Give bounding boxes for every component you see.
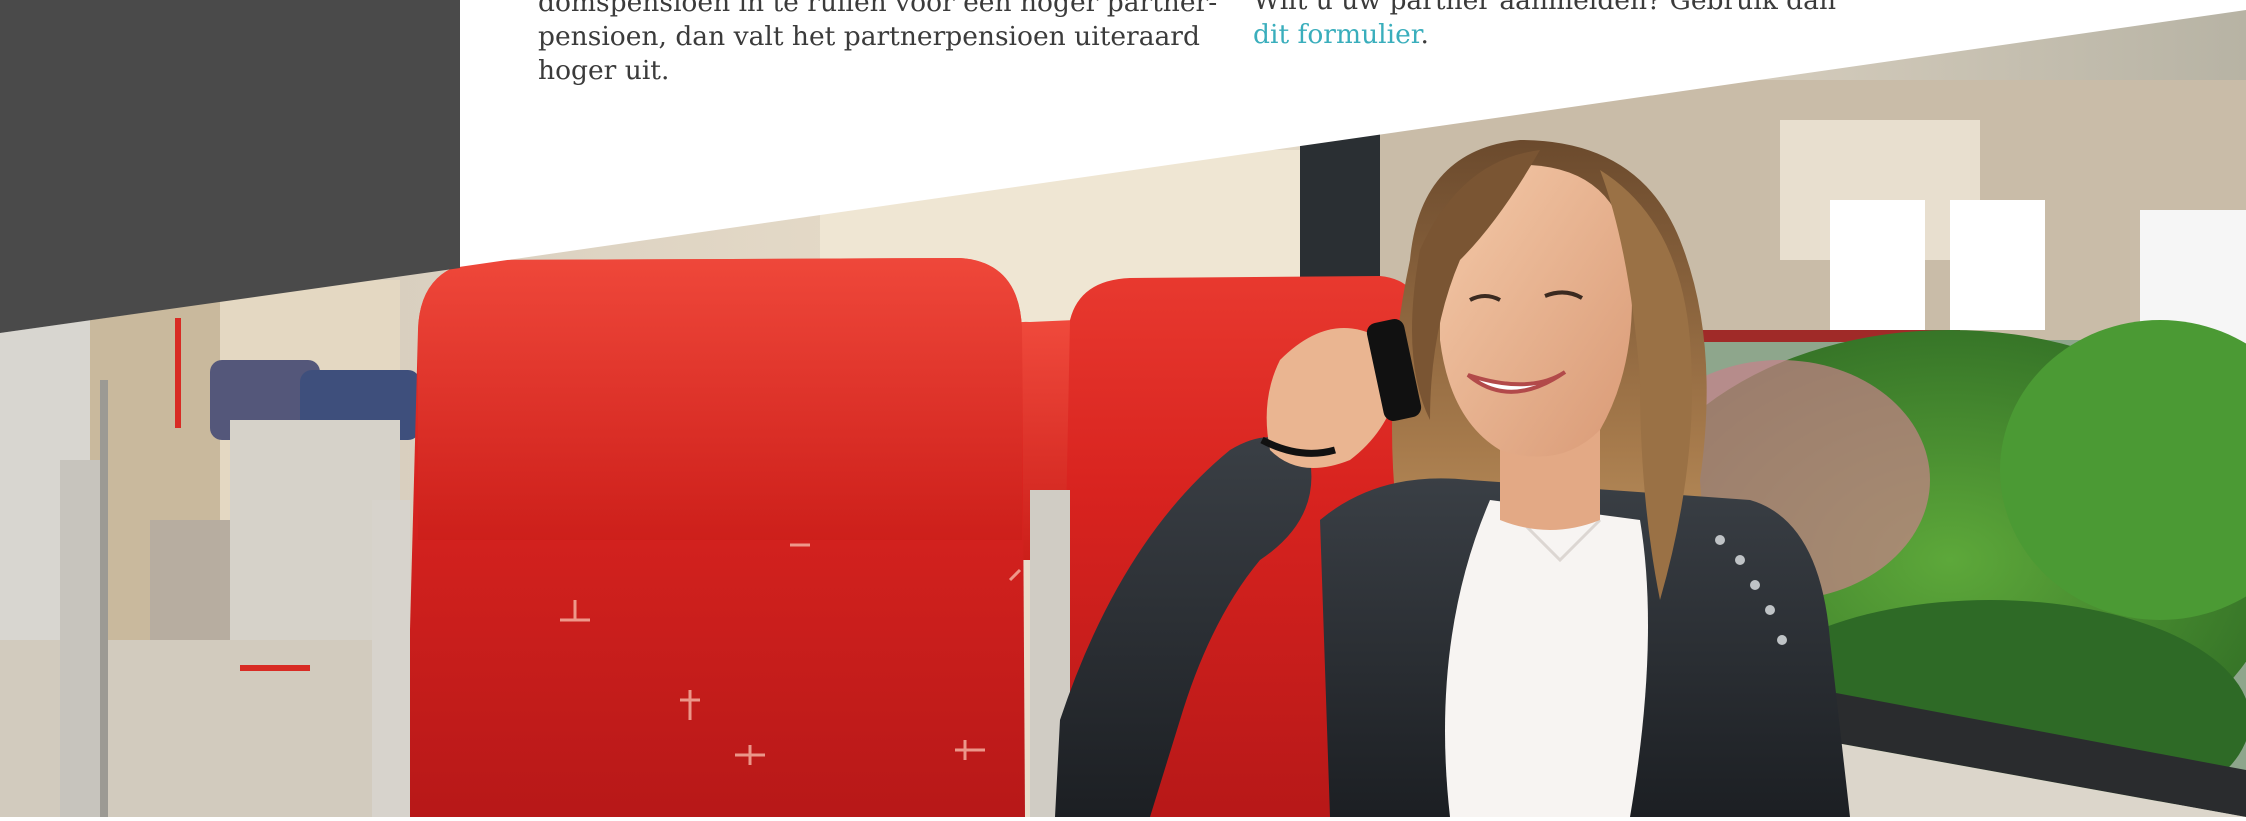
layout-overlay [0, 0, 2246, 817]
right-text-column: Wilt u uw partner aanmelden? Gebruik dan… [1253, 0, 1837, 52]
left-text-line-1: domspensioen in te ruilen voor een hoger… [538, 0, 1218, 18]
gray-sidebar-block [0, 0, 460, 333]
left-text-line-2: pensioen, dan valt het partnerpensioen u… [538, 21, 1200, 52]
link-period: . [1420, 19, 1429, 50]
form-link[interactable]: dit formulier [1253, 19, 1421, 50]
left-text-line-3: hoger uit. [538, 55, 670, 86]
left-text-column: domspensioen in te ruilen voor een hoger… [538, 0, 1218, 88]
right-text-line-2: dit formulier. [1253, 18, 1813, 52]
right-text-line-1: Wilt u uw partner aanmelden? Gebruik dan [1253, 0, 1837, 16]
